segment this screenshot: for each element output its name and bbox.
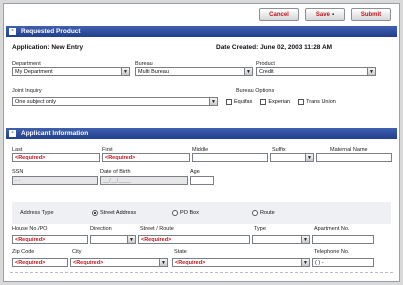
suffix-select[interactable]: ▼: [270, 153, 314, 162]
form-bottom-divider: [10, 272, 393, 273]
po-box-radio[interactable]: PO Box: [172, 210, 199, 216]
application-form-window: Cancel Save ▪ Submit - Requested Product …: [3, 3, 400, 282]
applicant-information-header[interactable]: - Applicant Information: [6, 128, 397, 139]
route-radio[interactable]: Route: [252, 210, 275, 216]
submit-button[interactable]: Submit: [351, 8, 391, 21]
house-no-label: House No./PO: [12, 226, 48, 232]
house-no-input[interactable]: <Required>: [12, 235, 88, 244]
street-route-input[interactable]: <Required>: [138, 235, 250, 244]
direction-select[interactable]: ▼: [90, 235, 136, 244]
save-icon: ▪: [331, 11, 335, 18]
date-of-birth-input[interactable]: __/__/____: [100, 176, 188, 185]
address-type-band: [12, 202, 391, 224]
cancel-button[interactable]: Cancel: [259, 8, 299, 21]
zip-code-label: Zip Code: [12, 249, 35, 255]
apartment-no-label: Apartment No.: [314, 226, 350, 232]
form-toolbar: Cancel Save ▪ Submit: [259, 8, 391, 22]
joint-inquiry-label: Joint Inquiry: [12, 88, 42, 94]
bureau-select[interactable]: Multi Bureau ▼: [135, 67, 253, 76]
save-button[interactable]: Save ▪: [305, 8, 345, 21]
experian-checkbox[interactable]: Experian: [260, 99, 290, 105]
chevron-down-icon: ▼: [301, 236, 309, 243]
last-name-input[interactable]: <Required>: [12, 153, 100, 162]
type-select[interactable]: ▼: [252, 235, 310, 244]
joint-inquiry-select[interactable]: One subject only ▼: [12, 97, 218, 106]
age-label: Age: [190, 169, 200, 175]
chevron-down-icon: ▼: [244, 68, 252, 75]
maternal-name-input[interactable]: [316, 153, 392, 162]
city-select[interactable]: <Required> ▼: [70, 258, 168, 267]
chevron-down-icon: ▼: [159, 259, 167, 266]
ssn-label: SSN: [12, 169, 24, 175]
telephone-input[interactable]: ( ) -: [312, 258, 374, 267]
trans-union-checkbox[interactable]: Trans Union: [298, 99, 336, 105]
city-label: City: [72, 249, 82, 255]
collapse-icon[interactable]: -: [9, 129, 16, 137]
address-type-label: Address Type: [20, 210, 54, 216]
direction-label: Direction: [90, 226, 112, 232]
ssn-input[interactable]: - -: [12, 176, 98, 185]
product-select[interactable]: Credit ▼: [256, 67, 376, 76]
type-label: Type: [254, 226, 266, 232]
middle-name-input[interactable]: [192, 153, 268, 162]
chevron-down-icon: ▼: [301, 259, 309, 266]
first-name-input[interactable]: <Required>: [102, 153, 190, 162]
collapse-icon[interactable]: -: [9, 27, 16, 35]
chevron-down-icon: ▼: [305, 154, 313, 161]
age-input[interactable]: [190, 176, 214, 185]
state-label: State: [174, 249, 187, 255]
equifax-checkbox[interactable]: Equifax: [226, 99, 252, 105]
state-select[interactable]: <Required> ▼: [172, 258, 310, 267]
chevron-down-icon: ▼: [127, 236, 135, 243]
bureau-options-group: Equifax Experian Trans Union: [226, 99, 336, 105]
requested-product-header[interactable]: - Requested Product: [6, 26, 397, 37]
chevron-down-icon: ▼: [121, 68, 129, 75]
chevron-down-icon: ▼: [209, 98, 217, 105]
apartment-no-input[interactable]: [312, 235, 374, 244]
date-of-birth-label: Date of Birth: [100, 169, 131, 175]
telephone-label: Telephone No.: [314, 249, 350, 255]
street-address-radio[interactable]: Street Address: [92, 210, 136, 216]
chevron-down-icon: ▼: [367, 68, 375, 75]
date-created: Date Created: June 02, 2003 11:28 AM: [216, 44, 333, 51]
bureau-options-label: Bureau Options: [236, 88, 275, 94]
zip-code-input[interactable]: <Required>: [12, 258, 68, 267]
application-label: Application: New Entry: [12, 44, 84, 51]
street-route-label: Street / Route: [140, 226, 174, 232]
department-select[interactable]: My Department ▼: [12, 67, 130, 76]
